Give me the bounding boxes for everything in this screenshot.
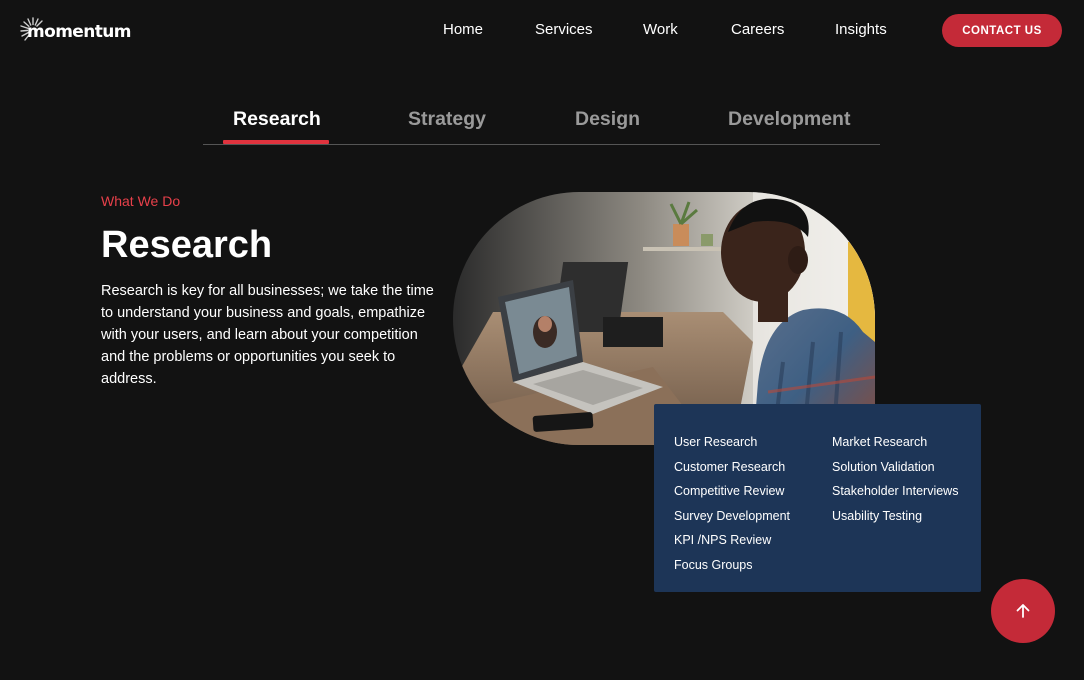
back-to-top-button[interactable] bbox=[991, 579, 1055, 643]
contact-us-button[interactable]: CONTACT US bbox=[942, 14, 1062, 47]
service-tabs: Research Strategy Design Development bbox=[203, 100, 880, 145]
list-item: Usability Testing bbox=[832, 508, 923, 523]
section-heading: Research bbox=[101, 224, 273, 266]
tab-strategy[interactable]: Strategy bbox=[408, 106, 486, 132]
nav-item-careers[interactable]: Careers bbox=[731, 20, 784, 40]
tab-research[interactable]: Research bbox=[233, 106, 321, 132]
nav-item-work[interactable]: Work bbox=[643, 20, 678, 40]
brand-logo[interactable]: momentum bbox=[19, 16, 131, 46]
list-item: Stakeholder Interviews bbox=[832, 484, 959, 498]
arrow-up-icon bbox=[1016, 604, 1030, 618]
tab-design[interactable]: Design bbox=[575, 106, 640, 132]
nav-item-home[interactable]: Home bbox=[443, 20, 483, 40]
list-item: KPI /NPS Review bbox=[674, 533, 772, 547]
list-item: Focus Groups bbox=[674, 557, 753, 572]
list-item: User Research bbox=[674, 435, 758, 449]
nav-item-services[interactable]: Services bbox=[535, 20, 593, 40]
services-list-right: Market Research Solution Validation Stak… bbox=[832, 430, 958, 528]
active-tab-indicator bbox=[223, 140, 329, 144]
tab-development[interactable]: Development bbox=[728, 106, 850, 132]
section-eyebrow: What We Do bbox=[101, 193, 181, 209]
services-list-card: User Research Customer Research Competit… bbox=[654, 404, 981, 592]
list-item: Survey Development bbox=[674, 508, 791, 523]
list-item: Solution Validation bbox=[832, 459, 935, 474]
services-list-left: User Research Customer Research Competit… bbox=[674, 430, 790, 577]
list-item: Customer Research bbox=[674, 459, 786, 474]
list-item: Competitive Review bbox=[674, 484, 785, 498]
list-item: Market Research bbox=[832, 435, 928, 449]
section-description: Research is key for all businesses; we t… bbox=[101, 283, 434, 387]
brand-name: momentum bbox=[27, 22, 131, 42]
nav-item-insights[interactable]: Insights bbox=[835, 20, 887, 40]
